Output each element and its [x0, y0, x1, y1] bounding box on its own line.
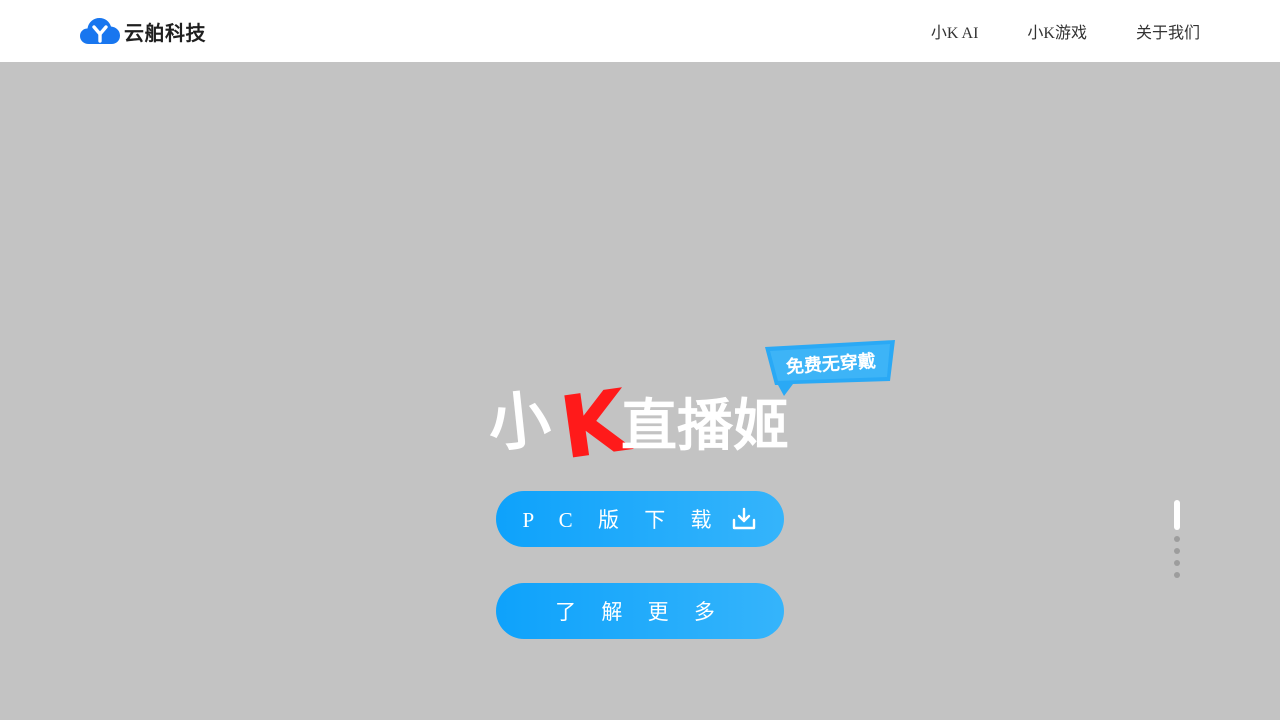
main-nav: 小K AI 小K游戏 关于我们 [882, 0, 1200, 62]
free-badge: 免费无穿戴 [765, 340, 895, 396]
top-header: 云舶科技 小K AI 小K游戏 关于我们 [0, 0, 1280, 62]
pager-dot[interactable] [1174, 536, 1180, 542]
pager-dot[interactable] [1174, 560, 1180, 566]
pager-dot-active[interactable] [1174, 500, 1180, 530]
pager-dot[interactable] [1174, 548, 1180, 554]
nav-item-about-us[interactable]: 关于我们 [1136, 19, 1200, 43]
download-icon [733, 507, 756, 530]
learn-more-button[interactable]: 了 解 更 多 [496, 583, 784, 639]
logo-char-xiao: 小 [488, 382, 554, 461]
logo-text-zhiboji: 直播姬 [621, 394, 789, 459]
learn-more-label: 了 解 更 多 [555, 600, 725, 624]
brand[interactable]: 云舶科技 [80, 16, 206, 46]
nav-item-xiaok-ai[interactable]: 小K AI [931, 19, 979, 43]
nav-item-xiaok-games[interactable]: 小K游戏 [1027, 19, 1087, 43]
pager-dot[interactable] [1174, 572, 1180, 578]
pc-download-label: P C 版 下 载 [522, 508, 722, 532]
product-logo: 免费无穿戴 小 K 直播姬 [488, 340, 895, 464]
brand-name: 云舶科技 [124, 20, 206, 45]
pc-download-button[interactable]: P C 版 下 载 [496, 491, 784, 547]
page-indicator [1174, 500, 1180, 584]
cloud-y-icon [80, 18, 120, 44]
